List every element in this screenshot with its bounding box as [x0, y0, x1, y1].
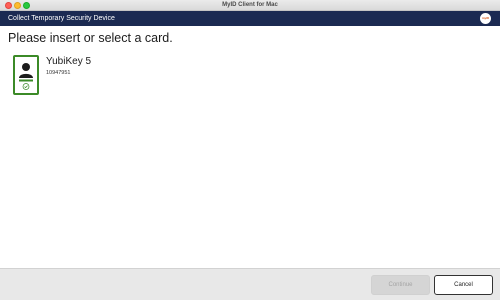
myid-logo: myID — [480, 13, 491, 24]
footer-bar: Continue Cancel — [0, 268, 500, 300]
page-header: Collect Temporary Security Device myID — [0, 11, 500, 26]
app-window: MyID Client for Mac Collect Temporary Se… — [0, 0, 500, 300]
person-card-icon — [19, 63, 33, 90]
page-title: Collect Temporary Security Device — [8, 15, 115, 22]
card-icon — [13, 55, 39, 95]
instruction-text: Please insert or select a card. — [8, 31, 173, 45]
cancel-button[interactable]: Cancel — [434, 275, 493, 295]
card-serial: 10947951 — [46, 70, 71, 76]
card-name: YubiKey 5 — [46, 56, 92, 67]
window-title: MyID Client for Mac — [222, 2, 278, 8]
continue-button[interactable]: Continue — [371, 275, 430, 295]
check-circle-icon — [22, 83, 30, 90]
card-list-item[interactable]: YubiKey 5 10947951 — [13, 55, 163, 97]
title-bar[interactable]: MyID Client for Mac — [0, 0, 500, 11]
